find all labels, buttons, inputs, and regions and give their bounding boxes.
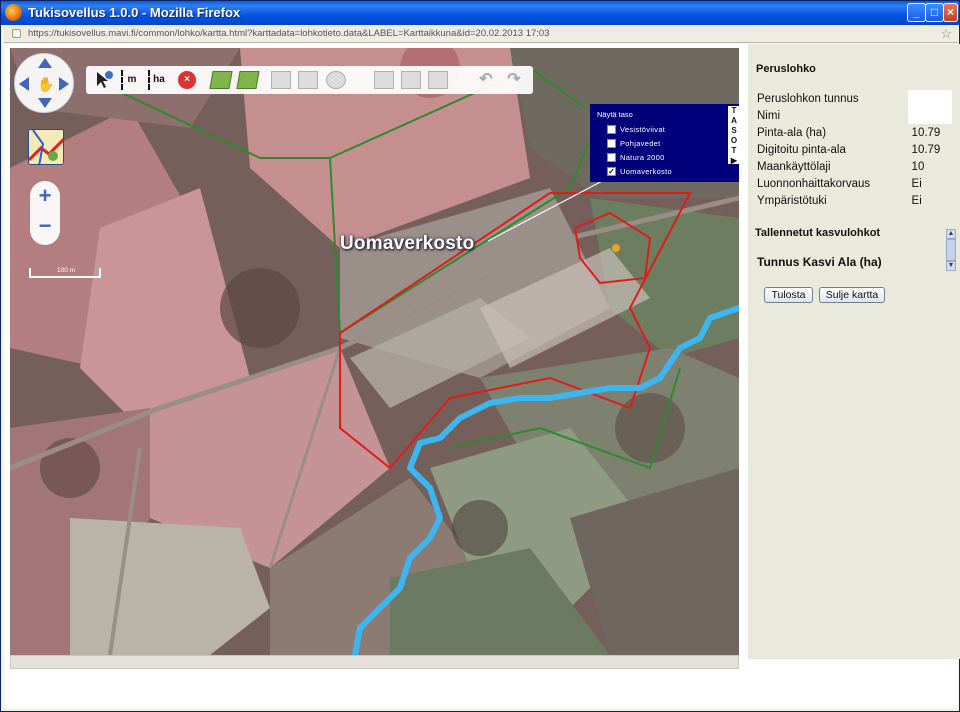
property-label: Ympäristötuki bbox=[757, 194, 827, 207]
print-button[interactable]: Tulosta bbox=[764, 287, 813, 303]
window-title: Tukisovellus 1.0.0 - Mozilla Firefox bbox=[28, 5, 241, 20]
property-value: 10 bbox=[911, 160, 925, 173]
layer-checkbox-uomaverkosto[interactable]: ✓ bbox=[607, 167, 616, 176]
zoom-out-button[interactable]: − bbox=[30, 213, 60, 239]
table-row: Pinta-ala (ha) 10.79 bbox=[756, 124, 952, 141]
map-toolbar: m ha × ↶ ↷ bbox=[86, 66, 533, 94]
page-content: ✋ m ha × ↶ ↷ + − 100 m Näytä taso Vesist… bbox=[4, 44, 960, 708]
zoom-control: + − bbox=[30, 181, 60, 245]
scroll-thumb[interactable] bbox=[946, 239, 956, 261]
info-pointer-icon[interactable] bbox=[94, 70, 114, 90]
property-label: Peruslohkon tunnus bbox=[757, 92, 859, 105]
url-text[interactable]: https://tukisovellus.mavi.fi/common/lohk… bbox=[28, 28, 550, 39]
title-bar: Tukisovellus 1.0.0 - Mozilla Firefox _ □… bbox=[1, 1, 959, 25]
layer-label: Vesistöviivat bbox=[620, 125, 666, 134]
layer-checkbox-natura-2000[interactable] bbox=[607, 153, 616, 162]
clear-measure-icon[interactable]: × bbox=[178, 71, 196, 89]
pan-hand-icon[interactable]: ✋ bbox=[37, 76, 54, 92]
property-value: 10.79 bbox=[911, 143, 941, 156]
pan-right-icon[interactable] bbox=[59, 77, 69, 91]
split-polygon-icon[interactable] bbox=[298, 71, 318, 89]
scroll-up-icon[interactable]: ▲ bbox=[946, 229, 956, 239]
property-value bbox=[907, 107, 952, 124]
zoom-in-button[interactable]: + bbox=[30, 183, 60, 209]
saved-blocks-header: Tunnus Kasvi Ala (ha) bbox=[757, 255, 882, 269]
table-row: Digitoitu pinta-ala 10.79 bbox=[756, 141, 952, 158]
property-label: Digitoitu pinta-ala bbox=[757, 143, 846, 156]
close-window-button[interactable]: × bbox=[943, 3, 958, 22]
panel-title: Peruslohko bbox=[756, 63, 816, 75]
scale-bar: 100 m bbox=[29, 267, 101, 278]
layers-tab-letter: A bbox=[731, 116, 737, 125]
measure-area-button[interactable]: ha bbox=[148, 70, 168, 90]
browser-window: Tukisovellus 1.0.0 - Mozilla Firefox _ □… bbox=[0, 0, 960, 712]
draw-polygon-icon[interactable] bbox=[236, 71, 260, 89]
layer-label: Pohjavedet bbox=[620, 139, 661, 148]
layer-checkbox-vesistoviivat[interactable] bbox=[607, 125, 616, 134]
undo-icon[interactable]: ↶ bbox=[476, 70, 496, 90]
address-bar[interactable]: https://tukisovellus.mavi.fi/common/lohk… bbox=[4, 25, 958, 43]
layers-tab-letter: T bbox=[731, 106, 737, 115]
pan-control[interactable]: ✋ bbox=[14, 53, 74, 113]
layers-tab-letter: T bbox=[731, 146, 737, 155]
table-row: Nimi bbox=[756, 107, 952, 124]
map-horizontal-scrollbar[interactable] bbox=[10, 655, 739, 669]
table-row: Luonnonhaittakorvaus Ei bbox=[756, 175, 952, 192]
maximize-button[interactable]: □ bbox=[925, 3, 944, 22]
merge-feature-icon[interactable] bbox=[401, 71, 421, 89]
layers-tab-letter: O bbox=[730, 136, 738, 145]
property-label: Nimi bbox=[757, 109, 780, 122]
info-panel: Peruslohko Peruslohkon tunnus Nimi Pinta… bbox=[748, 44, 960, 659]
copy-feature-icon[interactable] bbox=[374, 71, 394, 89]
draw-line-icon[interactable] bbox=[209, 71, 233, 89]
base-map-switch-icon[interactable] bbox=[28, 129, 64, 165]
pan-up-icon[interactable] bbox=[38, 58, 52, 68]
pan-down-icon[interactable] bbox=[38, 98, 52, 108]
property-label: Maankäyttölaji bbox=[757, 160, 831, 173]
saved-blocks-scrollbar[interactable]: ▲ ▼ bbox=[946, 229, 956, 275]
scroll-down-icon[interactable]: ▼ bbox=[946, 261, 956, 271]
layers-tab-letter: S bbox=[731, 126, 737, 135]
layers-tab-arrow-icon: ▶ bbox=[730, 156, 738, 165]
pan-left-icon[interactable] bbox=[19, 77, 29, 91]
saved-blocks-title: Tallennetut kasvulohkot bbox=[755, 227, 881, 239]
layer-label: Uomaverkosto bbox=[620, 167, 672, 176]
layers-tab[interactable]: T A S O T ▶ bbox=[728, 106, 739, 165]
map-view[interactable]: ✋ m ha × ↶ ↷ + − 100 m Näytä taso Vesist… bbox=[10, 48, 739, 655]
delete-feature-icon[interactable] bbox=[428, 71, 448, 89]
remove-vertex-icon[interactable] bbox=[326, 71, 346, 89]
minimize-button[interactable]: _ bbox=[907, 3, 926, 22]
table-row: Maankäyttölaji 10 bbox=[756, 158, 952, 175]
site-identity-icon[interactable] bbox=[12, 29, 21, 38]
bookmark-star-icon[interactable]: ☆ bbox=[940, 26, 952, 42]
measure-area-label: ha bbox=[153, 74, 165, 85]
property-label: Luonnonhaittakorvaus bbox=[757, 177, 871, 190]
scale-label: 100 m bbox=[57, 267, 76, 274]
edit-polygon-icon[interactable] bbox=[271, 71, 291, 89]
layer-label: Natura 2000 bbox=[620, 153, 665, 162]
property-value bbox=[907, 90, 952, 107]
close-map-button[interactable]: Sulje kartta bbox=[819, 287, 885, 303]
table-row: Peruslohkon tunnus bbox=[756, 90, 952, 107]
layer-panel: Näytä taso Vesistöviivat Pohjavedet Natu… bbox=[590, 104, 739, 182]
property-label: Pinta-ala (ha) bbox=[757, 126, 827, 139]
measure-length-label: m bbox=[127, 74, 137, 85]
measure-length-button[interactable]: m bbox=[121, 70, 141, 90]
property-value: Ei bbox=[911, 177, 922, 190]
layer-checkbox-pohjavedet[interactable] bbox=[607, 139, 616, 148]
layer-panel-header: Näytä taso bbox=[597, 110, 633, 119]
table-row: Ympäristötuki Ei bbox=[756, 192, 952, 209]
redo-icon[interactable]: ↷ bbox=[504, 70, 524, 90]
callout-label: Uomaverkosto bbox=[340, 233, 475, 254]
properties-table: Peruslohkon tunnus Nimi Pinta-ala (ha) 1… bbox=[756, 90, 952, 209]
property-value: Ei bbox=[911, 194, 922, 207]
firefox-icon bbox=[5, 4, 22, 21]
property-value: 10.79 bbox=[911, 126, 941, 139]
